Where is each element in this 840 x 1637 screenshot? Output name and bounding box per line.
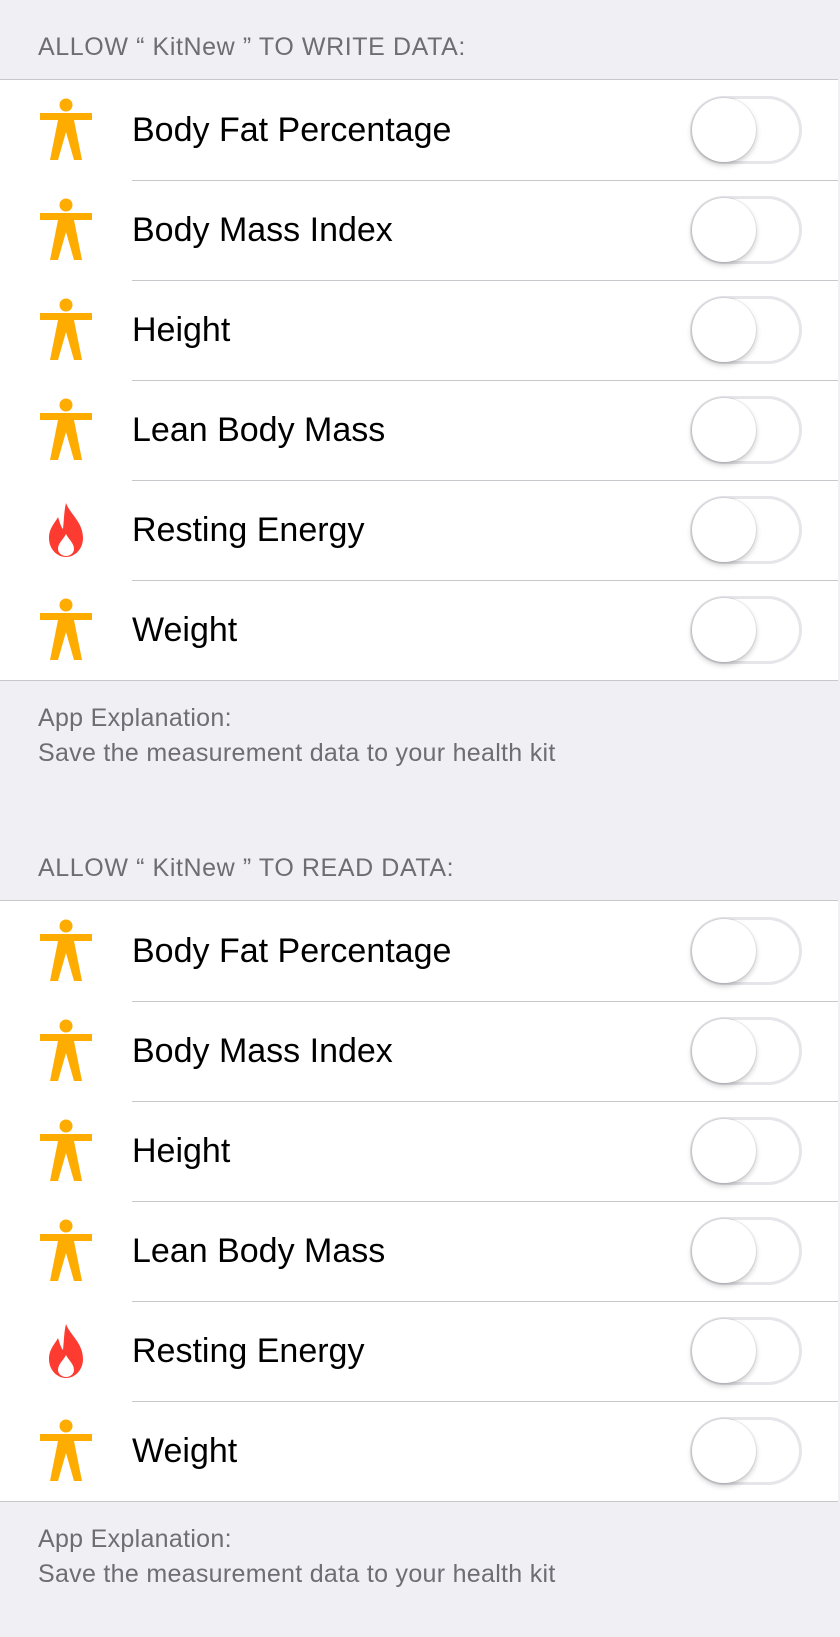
read-row-lean-body-mass[interactable]: Lean Body Mass	[0, 1201, 838, 1301]
footer-text: Save the measurement data to your health…	[38, 1560, 556, 1588]
read-section-footer: App Explanation: Save the measurement da…	[0, 1502, 840, 1637]
body-figure-icon	[0, 901, 132, 1001]
read-permissions-list: Body Fat Percentage Body Mass Index Heig…	[0, 900, 838, 1502]
toggle-knob	[692, 598, 756, 662]
write-permissions-list: Body Fat Percentage Body Mass Index Heig…	[0, 79, 838, 681]
read-row-height[interactable]: Height	[0, 1101, 838, 1201]
row-label: Weight	[132, 611, 238, 649]
toggle-switch[interactable]	[690, 1417, 802, 1485]
toggle-knob	[692, 198, 756, 262]
body-figure-icon	[0, 80, 132, 180]
write-row-lean-body-mass[interactable]: Lean Body Mass	[0, 380, 838, 480]
write-section-header: ALLOW “ KitNew ” TO WRITE DATA:	[38, 33, 466, 61]
row-label: Height	[132, 1132, 231, 1170]
body-figure-icon	[0, 180, 132, 280]
toggle-switch[interactable]	[690, 1217, 802, 1285]
row-label: Lean Body Mass	[132, 411, 386, 449]
flame-icon	[0, 1301, 132, 1401]
toggle-switch[interactable]	[690, 1017, 802, 1085]
row-label: Weight	[132, 1432, 238, 1470]
toggle-switch[interactable]	[690, 296, 802, 364]
write-row-weight[interactable]: Weight	[0, 580, 838, 680]
toggle-switch[interactable]	[690, 96, 802, 164]
read-row-resting-energy[interactable]: Resting Energy	[0, 1301, 838, 1401]
toggle-switch[interactable]	[690, 596, 802, 664]
toggle-knob	[692, 1219, 756, 1283]
body-figure-icon	[0, 280, 132, 380]
read-row-body-fat-percentage[interactable]: Body Fat Percentage	[0, 901, 838, 1001]
body-figure-icon	[0, 380, 132, 480]
toggle-knob	[692, 98, 756, 162]
body-figure-icon	[0, 1401, 132, 1501]
toggle-switch[interactable]	[690, 496, 802, 564]
read-row-body-mass-index[interactable]: Body Mass Index	[0, 1001, 838, 1101]
flame-icon	[0, 480, 132, 580]
footer-text: Save the measurement data to your health…	[38, 739, 556, 767]
row-label: Body Fat Percentage	[132, 932, 452, 970]
body-figure-icon	[0, 1201, 132, 1301]
row-label: Height	[132, 311, 231, 349]
row-label: Lean Body Mass	[132, 1232, 386, 1270]
toggle-knob	[692, 298, 756, 362]
write-row-resting-energy[interactable]: Resting Energy	[0, 480, 838, 580]
row-label: Resting Energy	[132, 1332, 365, 1370]
write-row-height[interactable]: Height	[0, 280, 838, 380]
toggle-switch[interactable]	[690, 917, 802, 985]
toggle-switch[interactable]	[690, 396, 802, 464]
body-figure-icon	[0, 1001, 132, 1101]
row-label: Resting Energy	[132, 511, 365, 549]
footer-title: App Explanation:	[38, 1525, 232, 1553]
toggle-knob	[692, 919, 756, 983]
footer-title: App Explanation:	[38, 704, 232, 732]
toggle-knob	[692, 498, 756, 562]
read-row-weight[interactable]: Weight	[0, 1401, 838, 1501]
toggle-switch[interactable]	[690, 196, 802, 264]
body-figure-icon	[0, 580, 132, 680]
row-label: Body Mass Index	[132, 211, 393, 249]
toggle-knob	[692, 1119, 756, 1183]
write-section-footer: App Explanation: Save the measurement da…	[0, 681, 840, 821]
toggle-knob	[692, 1319, 756, 1383]
write-row-body-fat-percentage[interactable]: Body Fat Percentage	[0, 80, 838, 180]
row-label: Body Fat Percentage	[132, 111, 452, 149]
body-figure-icon	[0, 1101, 132, 1201]
toggle-knob	[692, 398, 756, 462]
toggle-switch[interactable]	[690, 1117, 802, 1185]
health-permissions-screen: ALLOW “ KitNew ” TO WRITE DATA: Body Fat…	[0, 0, 840, 1637]
read-section-header: ALLOW “ KitNew ” TO READ DATA:	[38, 854, 455, 882]
toggle-knob	[692, 1019, 756, 1083]
write-row-body-mass-index[interactable]: Body Mass Index	[0, 180, 838, 280]
row-label: Body Mass Index	[132, 1032, 393, 1070]
toggle-knob	[692, 1419, 756, 1483]
toggle-switch[interactable]	[690, 1317, 802, 1385]
